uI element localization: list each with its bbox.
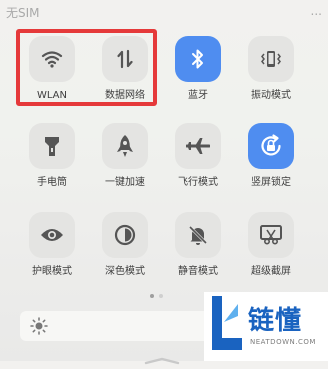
tile-label: 静音模式 [178, 266, 218, 277]
tile-label: 蓝牙 [188, 90, 208, 101]
tile-bluetooth[interactable]: 蓝牙 [162, 36, 234, 102]
tile-super-screenshot[interactable]: 超级截屏 [235, 212, 307, 278]
page-dot [159, 294, 163, 298]
page-dot-active [150, 294, 154, 298]
highlight-box [16, 29, 157, 106]
dark-mode-icon [102, 212, 148, 258]
brand-name: 链懂 [248, 306, 303, 336]
tile-label: 竖屏锁定 [251, 177, 291, 188]
tile-vibrate[interactable]: 振动模式 [235, 36, 307, 102]
rocket-icon [102, 123, 148, 169]
tile-label: 手电筒 [37, 177, 67, 188]
vibrate-icon [248, 36, 294, 82]
sim-status: 无SIM [6, 6, 40, 20]
airplane-icon [175, 123, 221, 169]
brand-logo [208, 292, 246, 358]
screenshot-icon [248, 212, 294, 258]
bluetooth-icon [175, 36, 221, 82]
tile-label: 护眼模式 [32, 266, 72, 277]
sun-icon [30, 317, 48, 339]
tile-label: 超级截屏 [251, 266, 291, 277]
status-indicator: ... [310, 4, 322, 18]
watermark: 链懂 NEATDOWN.COM [204, 292, 328, 361]
rotation-lock-icon [248, 123, 294, 169]
tile-flashlight[interactable]: 手电筒 [16, 123, 88, 189]
tile-silent[interactable]: 静音模式 [162, 212, 234, 278]
brand-site: NEATDOWN.COM [250, 338, 316, 346]
tile-eye-protection[interactable]: 护眼模式 [16, 212, 88, 278]
tile-label: 振动模式 [251, 90, 291, 101]
tile-rotation-lock[interactable]: 竖屏锁定 [235, 123, 307, 189]
flashlight-icon [29, 123, 75, 169]
tile-boost[interactable]: 一键加速 [89, 123, 161, 189]
tile-airplane[interactable]: 飞行模式 [162, 123, 234, 189]
tile-label: 深色模式 [105, 266, 145, 277]
collapse-handle[interactable] [144, 350, 180, 365]
tile-label: 一键加速 [105, 177, 145, 188]
mute-icon [175, 212, 221, 258]
eye-icon [29, 212, 75, 258]
page-indicator [150, 294, 163, 298]
tile-label: 飞行模式 [178, 177, 218, 188]
tile-dark-mode[interactable]: 深色模式 [89, 212, 161, 278]
